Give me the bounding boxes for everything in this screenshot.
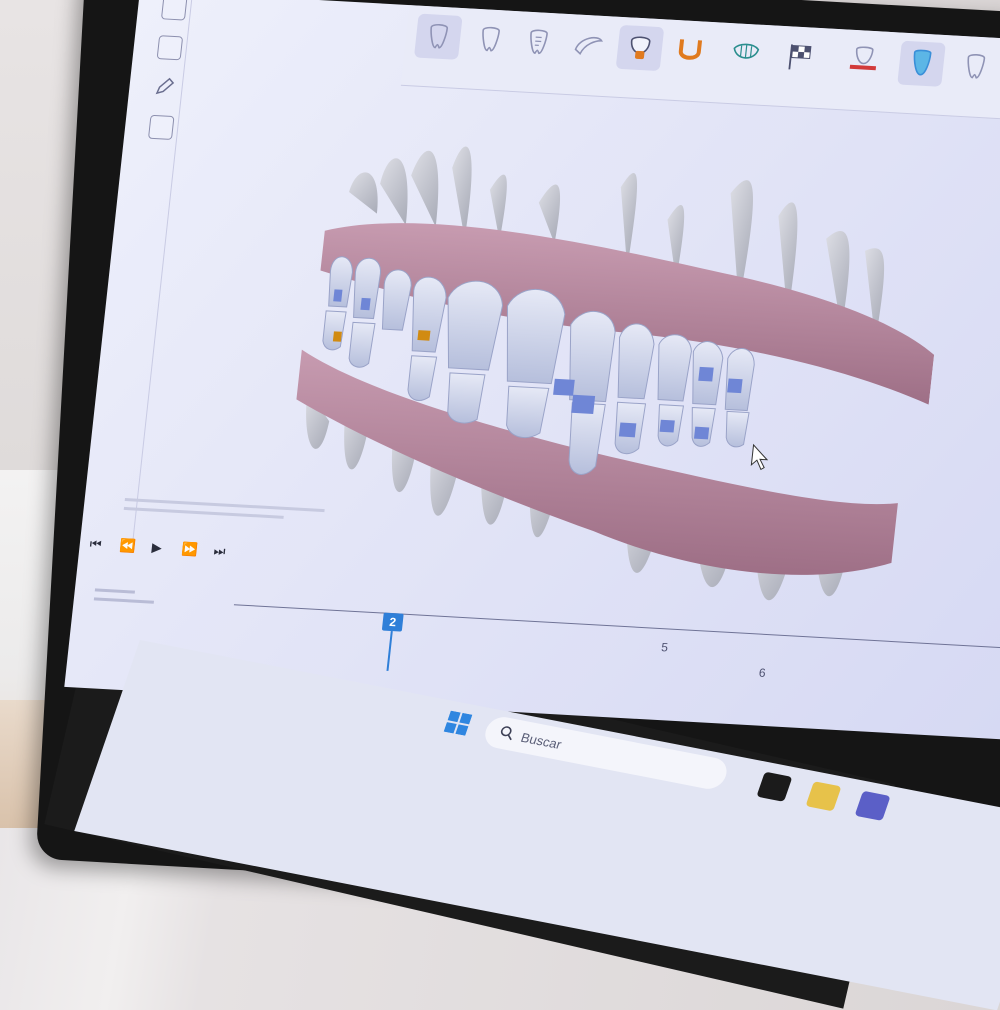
step-forward-icon[interactable]: ⏩ xyxy=(181,541,199,558)
rail-tool-icon[interactable] xyxy=(160,0,188,21)
tooth-segment-icon[interactable] xyxy=(721,31,770,77)
tooth-single-icon[interactable] xyxy=(951,44,1000,90)
tooth-blue-icon[interactable] xyxy=(897,40,946,87)
skip-end-icon[interactable]: ⏭ xyxy=(213,543,226,560)
taskbar-app-icon[interactable] xyxy=(756,771,793,802)
rail-brackets-icon[interactable] xyxy=(147,114,175,141)
monitor-screen: ⏮ ⏪ ▶ ⏩ ⏭ 2 5 6 xyxy=(64,0,1000,740)
step-back-icon[interactable]: ⏪ xyxy=(119,538,137,555)
skip-start-icon[interactable]: ⏮ xyxy=(89,536,102,553)
tooth-view-icon[interactable] xyxy=(413,13,463,60)
current-stage-line xyxy=(386,630,393,671)
pencil-icon[interactable] xyxy=(152,75,176,98)
status-placeholder xyxy=(91,588,195,633)
tooth-text-icon[interactable] xyxy=(514,19,563,65)
stage-label: 5 xyxy=(660,640,669,655)
gum-tooth-red-icon[interactable] xyxy=(839,37,888,83)
finish-flag-icon[interactable] xyxy=(775,34,824,80)
file-explorer-icon[interactable] xyxy=(805,781,842,812)
tooth-crown-icon[interactable] xyxy=(615,24,665,72)
arch-u-icon[interactable] xyxy=(666,28,715,74)
stage-label: 6 xyxy=(758,665,767,680)
search-placeholder: Buscar xyxy=(519,729,564,752)
windows-start-icon[interactable] xyxy=(443,710,473,736)
play-icon[interactable]: ▶ xyxy=(151,540,163,556)
tooth-outline-icon[interactable] xyxy=(466,16,515,62)
mouse-cursor-icon xyxy=(750,443,769,471)
rail-document-icon[interactable] xyxy=(156,35,184,61)
current-stage-marker[interactable]: 2 xyxy=(381,612,404,632)
teams-icon[interactable] xyxy=(854,790,891,821)
jaw-icon[interactable] xyxy=(564,22,613,68)
search-icon xyxy=(497,724,516,743)
dental-3d-viewport[interactable] xyxy=(265,120,956,634)
playback-controls: ⏮ ⏪ ▶ ⏩ ⏭ xyxy=(88,528,271,568)
